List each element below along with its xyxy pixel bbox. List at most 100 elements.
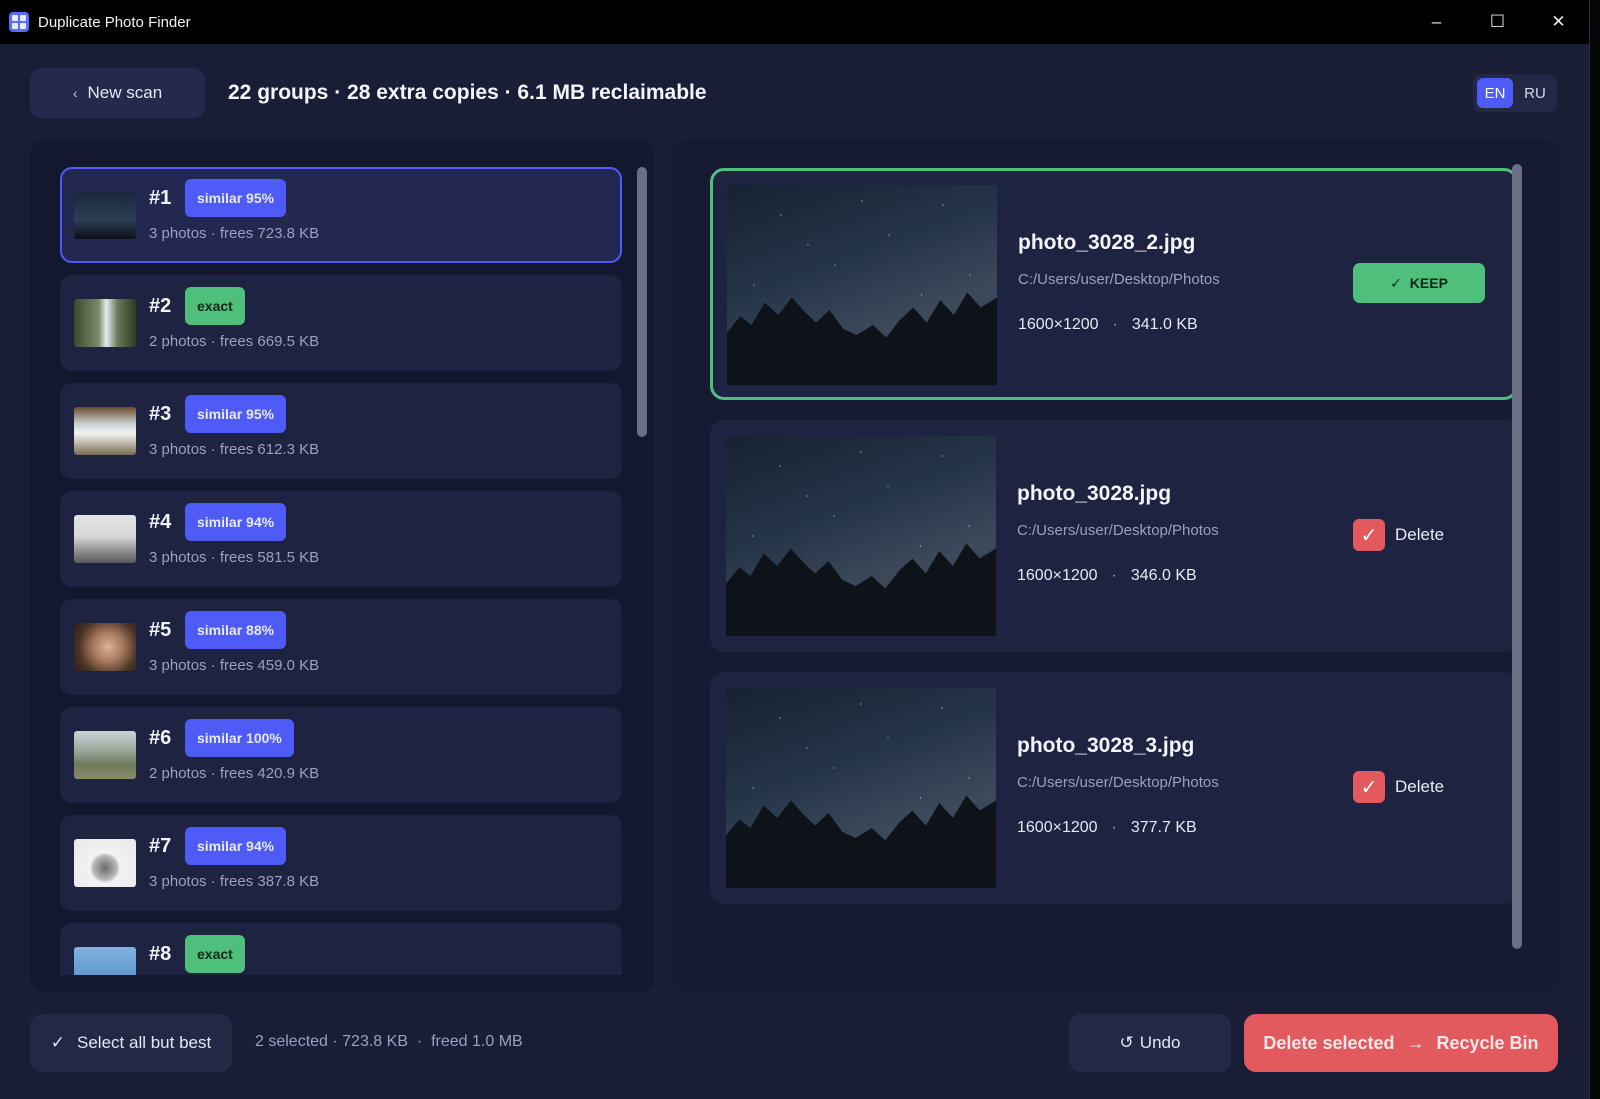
photo-preview: [726, 688, 996, 888]
keep-button[interactable]: ✓ KEEP: [1353, 263, 1485, 303]
delete-toggle[interactable]: ✓ Delete: [1353, 519, 1444, 551]
undo-icon: ↺: [1119, 1033, 1134, 1052]
title-bar: Duplicate Photo Finder – ☐ ✕: [0, 0, 1589, 44]
photo-list-scrollbar[interactable]: [1512, 164, 1522, 949]
similarity-badge: similar 95%: [185, 179, 287, 217]
similarity-badge: similar 94%: [185, 827, 287, 865]
group-thumbnail: [74, 731, 136, 779]
new-scan-button[interactable]: ‹ New scan: [30, 68, 205, 118]
delete-checkbox[interactable]: ✓: [1353, 771, 1385, 803]
similarity-badge: similar 94%: [185, 503, 287, 541]
group-list-panel: #1 similar 95% 3 photos · frees 723.8 KB…: [30, 140, 654, 992]
group-item-8[interactable]: #8 exact: [60, 923, 622, 975]
delete-selected-button[interactable]: Delete selected → Recycle Bin: [1244, 1014, 1558, 1072]
detail-separator: ·: [1112, 316, 1118, 333]
photo-preview: [726, 436, 996, 636]
photo-details: 1600×1200 · 377.7 KB: [1017, 819, 1197, 837]
group-thumbnail: [74, 299, 136, 347]
language-switcher: EN RU: [1473, 74, 1557, 112]
maximize-button[interactable]: ☐: [1467, 0, 1528, 44]
photo-size: 346.0 KB: [1130, 567, 1197, 584]
group-number: #3: [149, 403, 172, 425]
photo-path: C:/Users/user/Desktop/Photos: [1017, 774, 1219, 791]
group-meta: 2 photos · frees 420.9 KB: [149, 765, 320, 782]
minimize-button[interactable]: –: [1406, 0, 1467, 44]
recycle-bin-label: Recycle Bin: [1436, 1032, 1539, 1053]
group-list: #1 similar 95% 3 photos · frees 723.8 KB…: [60, 167, 622, 975]
arrow-right-icon: →: [1406, 1032, 1425, 1053]
close-button[interactable]: ✕: [1528, 0, 1589, 44]
group-thumbnail: [74, 947, 136, 975]
scan-summary: 22 groups · 28 extra copies · 6.1 MB rec…: [228, 81, 707, 104]
photo-filename: photo_3028.jpg: [1017, 482, 1172, 505]
group-item-6[interactable]: #6 similar 100% 2 photos · frees 420.9 K…: [60, 707, 622, 803]
photo-filename: photo_3028_3.jpg: [1017, 734, 1195, 757]
group-thumbnail: [74, 191, 136, 239]
photo-detail-panel: photo_3028_2.jpg C:/Users/user/Desktop/P…: [672, 140, 1560, 992]
language-en-button[interactable]: EN: [1477, 78, 1513, 108]
selection-status: 2 selected · 723.8 KB · freed 1.0 MB: [255, 1033, 523, 1050]
similarity-badge: exact: [185, 287, 245, 325]
app-window: Duplicate Photo Finder – ☐ ✕ ‹ New scan …: [0, 0, 1590, 1099]
delete-toggle[interactable]: ✓ Delete: [1353, 771, 1444, 803]
group-thumbnail: [74, 623, 136, 671]
photo-filename: photo_3028_2.jpg: [1018, 231, 1196, 254]
group-meta: 3 photos · frees 387.8 KB: [149, 873, 320, 890]
photo-size: 341.0 KB: [1131, 316, 1198, 333]
delete-selected-label: Delete selected: [1263, 1032, 1395, 1053]
select-all-but-best-button[interactable]: ✓ Select all but best: [30, 1014, 232, 1072]
language-ru-button[interactable]: RU: [1517, 78, 1553, 108]
group-item-2[interactable]: #2 exact 2 photos · frees 669.5 KB: [60, 275, 622, 371]
photo-card-delete[interactable]: photo_3028.jpg C:/Users/user/Desktop/Pho…: [710, 420, 1518, 652]
photo-path: C:/Users/user/Desktop/Photos: [1017, 522, 1219, 539]
detail-separator: ·: [1111, 567, 1117, 584]
group-item-5[interactable]: #5 similar 88% 3 photos · frees 459.0 KB: [60, 599, 622, 695]
group-number: #2: [149, 295, 172, 317]
group-thumbnail: [74, 515, 136, 563]
photo-size: 377.7 KB: [1130, 819, 1197, 836]
group-number: #5: [149, 619, 172, 641]
detail-separator: ·: [1111, 819, 1117, 836]
group-meta: 3 photos · frees 581.5 KB: [149, 549, 320, 566]
group-meta: 2 photos · frees 669.5 KB: [149, 333, 320, 350]
group-item-7[interactable]: #7 similar 94% 3 photos · frees 387.8 KB: [60, 815, 622, 911]
check-icon: ✓: [1390, 274, 1402, 291]
group-item-1[interactable]: #1 similar 95% 3 photos · frees 723.8 KB: [60, 167, 622, 263]
undo-label: Undo: [1139, 1033, 1181, 1052]
similarity-badge: similar 95%: [185, 395, 287, 433]
header-bar: ‹ New scan 22 groups · 28 extra copies ·…: [30, 68, 1557, 118]
similarity-badge: exact: [185, 935, 245, 973]
undo-button[interactable]: ↺ Undo: [1069, 1014, 1231, 1072]
group-number: #8: [149, 943, 172, 965]
select-all-label: Select all but best: [77, 1033, 212, 1052]
photo-card-delete[interactable]: photo_3028_3.jpg C:/Users/user/Desktop/P…: [710, 672, 1518, 904]
group-meta: 3 photos · frees 723.8 KB: [149, 225, 320, 242]
group-number: #6: [149, 727, 172, 749]
photo-card-keep[interactable]: photo_3028_2.jpg C:/Users/user/Desktop/P…: [710, 168, 1518, 400]
delete-label: Delete: [1395, 777, 1445, 796]
group-list-scrollbar[interactable]: [637, 167, 647, 437]
group-number: #1: [149, 187, 172, 209]
photo-preview: [727, 185, 997, 385]
group-item-4[interactable]: #4 similar 94% 3 photos · frees 581.5 KB: [60, 491, 622, 587]
photo-path: C:/Users/user/Desktop/Photos: [1018, 271, 1220, 288]
photo-details: 1600×1200 · 346.0 KB: [1017, 567, 1197, 585]
delete-label: Delete: [1395, 525, 1445, 544]
group-meta: 3 photos · frees 459.0 KB: [149, 657, 320, 674]
group-number: #4: [149, 511, 172, 533]
group-meta: 3 photos · frees 612.3 KB: [149, 441, 320, 458]
group-item-3[interactable]: #3 similar 95% 3 photos · frees 612.3 KB: [60, 383, 622, 479]
new-scan-label: New scan: [87, 83, 163, 102]
chevron-left-icon: ‹: [72, 85, 78, 101]
group-number: #7: [149, 835, 172, 857]
window-controls: – ☐ ✕: [1406, 0, 1589, 44]
delete-checkbox[interactable]: ✓: [1353, 519, 1385, 551]
check-icon: ✓: [50, 1033, 66, 1052]
group-thumbnail: [74, 407, 136, 455]
app-logo-icon: [9, 12, 29, 32]
window-title: Duplicate Photo Finder: [38, 13, 191, 31]
photo-dimensions: 1600×1200: [1017, 819, 1098, 836]
group-thumbnail: [74, 839, 136, 887]
similarity-badge: similar 88%: [185, 611, 287, 649]
photo-dimensions: 1600×1200: [1017, 567, 1098, 584]
